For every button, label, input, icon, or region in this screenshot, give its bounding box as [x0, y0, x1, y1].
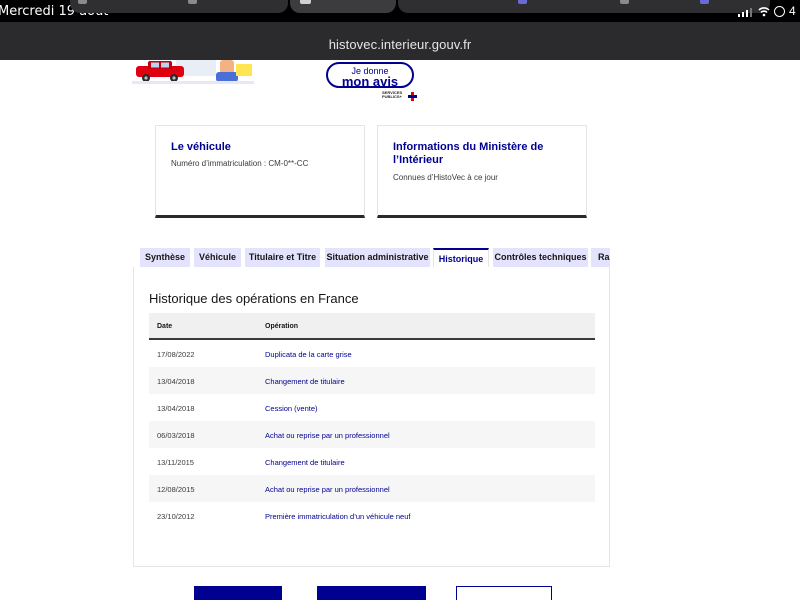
tab-favicon-icon [700, 0, 709, 4]
services-publics-logo: SERVICES PUBLICS+ [382, 91, 418, 103]
bottom-primary-button[interactable] [194, 586, 282, 600]
row-operation-link[interactable]: Première immatriculation d’un véhicule n… [265, 512, 411, 521]
row-operation-link[interactable]: Cession (vente) [265, 404, 318, 413]
car-illustration [132, 60, 254, 84]
table-row: 17/08/2022 Duplicata de la carte grise [149, 340, 595, 367]
tab-favicon-icon [188, 0, 197, 4]
browser-url-bar[interactable]: histovec.interieur.gouv.fr [0, 22, 800, 60]
row-operation-link[interactable]: Achat ou reprise par un professionnel [265, 431, 390, 440]
services-publics-text: SERVICES PUBLICS+ [382, 90, 403, 99]
history-title: Historique des opérations en France [149, 291, 359, 306]
status-indicators: 4 [738, 4, 800, 18]
vehicle-card[interactable]: Le véhicule Numéro d’immatriculation : C… [155, 125, 365, 218]
row-date: 12/08/2015 [157, 485, 195, 494]
vehicle-card-plate: Numéro d’immatriculation : CM-0**-CC [171, 159, 309, 168]
tab-situation-administrative[interactable]: Situation administrative [325, 248, 430, 267]
table-row: 06/03/2018 Achat ou reprise par un profe… [149, 421, 595, 448]
table-row: 12/08/2015 Achat ou reprise par un profe… [149, 475, 595, 502]
plus-icon [408, 92, 417, 101]
column-header-operation: Opération [265, 323, 299, 330]
signal-icon [738, 8, 752, 17]
browser-tab-strip[interactable] [70, 0, 770, 14]
ministry-info-card[interactable]: Informations du Ministère de l’Intérieur… [377, 125, 587, 218]
browser-tab[interactable] [70, 0, 288, 13]
ministry-card-subtitle: Connues d’HistoVec à ce jour [393, 173, 498, 182]
row-date: 17/08/2022 [157, 350, 195, 359]
tab-controles-techniques[interactable]: Contrôles techniques [493, 248, 588, 267]
row-date: 13/04/2018 [157, 377, 195, 386]
feedback-button-line2: mon avis [341, 74, 399, 89]
url-text[interactable]: histovec.interieur.gouv.fr [0, 37, 800, 52]
row-operation-link[interactable]: Changement de titulaire [265, 377, 345, 386]
tab-titulaire-et-titre[interactable]: Titulaire et Titre [245, 248, 320, 267]
table-row: 23/10/2012 Première immatriculation d’un… [149, 502, 595, 529]
history-table-header: Date Opération [149, 313, 595, 340]
tab-rapport-truncated[interactable]: Rap [591, 248, 610, 267]
row-date: 06/03/2018 [157, 431, 195, 440]
row-operation-link[interactable]: Achat ou reprise par un professionnel [265, 485, 390, 494]
row-date: 23/10/2012 [157, 512, 195, 521]
browser-tab-active[interactable] [290, 0, 396, 13]
wifi-icon [758, 7, 770, 17]
vehicle-report-tabs: Synthèse Véhicule Titulaire et Titre Sit… [140, 248, 610, 268]
history-panel: Historique des opérations en France Date… [133, 267, 610, 567]
tab-synthese[interactable]: Synthèse [140, 248, 190, 267]
tab-favicon-icon [78, 0, 87, 4]
column-header-date: Date [157, 323, 173, 330]
browser-tab[interactable] [398, 0, 770, 13]
ministry-card-title: Informations du Ministère de l’Intérieur [393, 141, 544, 166]
row-date: 13/11/2015 [157, 458, 194, 467]
feedback-button[interactable]: Je donne mon avis [326, 62, 414, 89]
row-date: 13/04/2018 [157, 404, 195, 413]
table-row: 13/04/2018 Cession (vente) [149, 394, 595, 421]
bottom-primary-button[interactable] [317, 586, 426, 600]
tab-favicon-icon [518, 0, 527, 4]
tab-favicon-icon [300, 0, 311, 4]
vehicle-card-title: Le véhicule [171, 141, 231, 153]
row-operation-link[interactable]: Duplicata de la carte grise [265, 350, 352, 359]
rotation-lock-icon [774, 6, 785, 17]
row-operation-link[interactable]: Changement de titulaire [265, 458, 345, 467]
battery-level: 4 [789, 4, 796, 18]
table-row: 13/04/2018 Changement de titulaire [149, 367, 595, 394]
tab-favicon-icon [620, 0, 629, 4]
tab-historique[interactable]: Historique [433, 248, 489, 268]
table-row: 13/11/2015 Changement de titulaire [149, 448, 595, 475]
bottom-secondary-button[interactable] [456, 586, 552, 600]
status-bar: Mercredi 19 août 4 [0, 0, 800, 22]
tab-vehicule[interactable]: Véhicule [194, 248, 241, 267]
